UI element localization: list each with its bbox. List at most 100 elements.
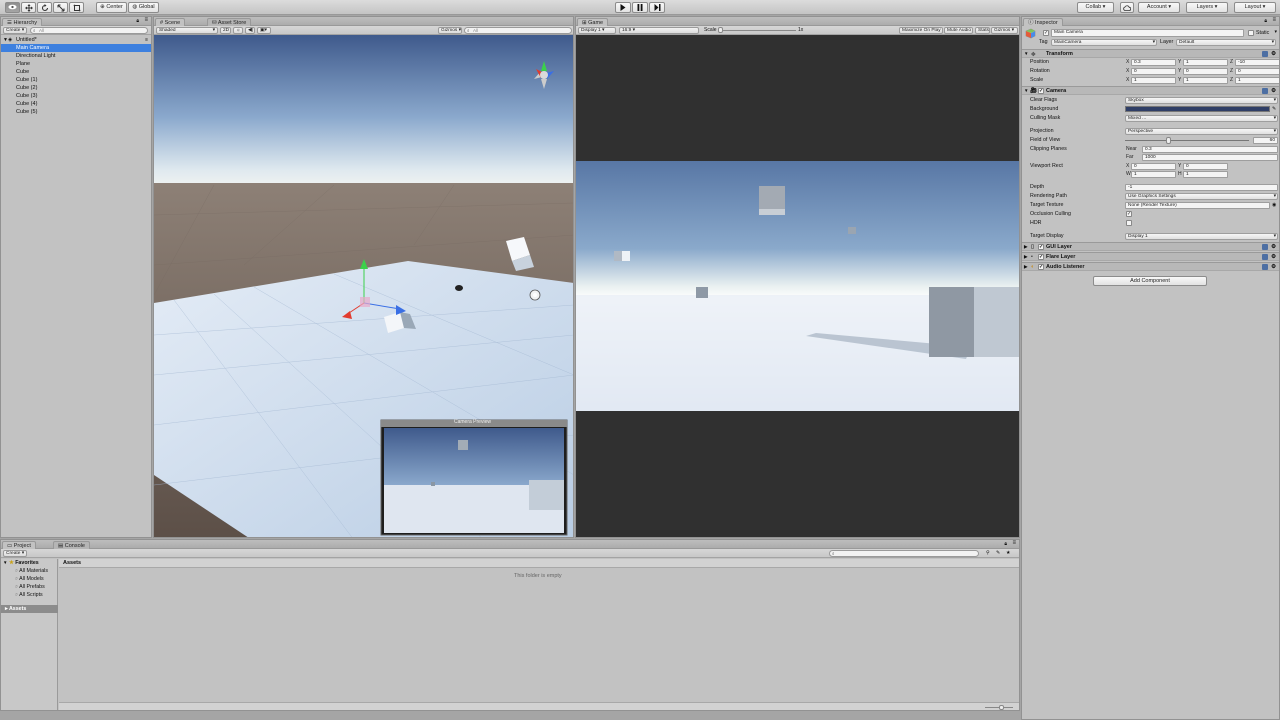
background-color-swatch[interactable] xyxy=(1125,106,1270,112)
audio-toggle[interactable]: ◀) xyxy=(245,27,255,34)
favorite-item[interactable]: ⌕ All Prefabs xyxy=(15,583,45,591)
gear-icon[interactable]: ⚙ xyxy=(1271,87,1276,95)
fov-field[interactable]: 60 xyxy=(1253,137,1278,144)
rect-tool-button[interactable] xyxy=(69,2,84,13)
help-book-icon[interactable] xyxy=(1262,88,1268,94)
add-component-button[interactable]: Add Component xyxy=(1093,276,1207,286)
scene-menu-icon[interactable]: ≡ xyxy=(145,36,148,44)
step-button[interactable] xyxy=(649,2,665,13)
aspect-dropdown[interactable]: 16:9 ▾ xyxy=(619,27,699,34)
eyedropper-icon[interactable]: ✎ xyxy=(1272,105,1276,114)
viewport-w-field[interactable]: 1 xyxy=(1131,171,1176,178)
star-icon[interactable]: ★ xyxy=(1006,550,1010,556)
tab-game[interactable]: ⊞ Game xyxy=(577,18,609,26)
component-header[interactable]: ▶ ▪ ✓ Flare Layer ⚙ xyxy=(1022,252,1279,261)
hierarchy-create-button[interactable]: Create ▾ xyxy=(3,27,27,34)
camera-enabled-checkbox[interactable]: ✓ xyxy=(1038,88,1044,94)
hierarchy-item[interactable]: Cube (3) xyxy=(1,92,151,100)
favorite-item[interactable]: ⌕ All Scripts xyxy=(15,591,43,599)
hierarchy-item[interactable]: Plane xyxy=(1,60,151,68)
favorite-item[interactable]: ⌕ All Models xyxy=(15,575,44,583)
viewport-y-field[interactable]: 0 xyxy=(1183,163,1228,170)
chevron-down-icon[interactable]: ▾ xyxy=(1274,29,1277,35)
favorite-item[interactable]: ⌕ All Materials xyxy=(15,567,48,575)
near-field[interactable]: 0.3 xyxy=(1142,146,1278,153)
component-enabled-checkbox[interactable]: ✓ xyxy=(1038,244,1044,250)
panel-menu-icon[interactable]: ≡ xyxy=(1012,540,1016,546)
project-create-button[interactable]: Create ▾ xyxy=(3,550,27,557)
fov-slider[interactable] xyxy=(1125,140,1249,141)
project-search-input[interactable]: ⌕ xyxy=(829,550,979,557)
mute-audio-toggle[interactable]: Mute Audio xyxy=(944,27,973,34)
lock-icon[interactable]: 🔒︎ xyxy=(136,18,139,24)
lock-icon[interactable]: 🔒︎ xyxy=(1264,18,1267,24)
collab-dropdown[interactable]: Collab ▾ xyxy=(1077,2,1114,13)
scene-root-row[interactable]: ▼ ◈ Untitled* ≡ xyxy=(1,36,151,44)
panel-menu-icon[interactable]: ≡ xyxy=(1272,17,1276,23)
object-name-field[interactable]: Main Camera xyxy=(1051,29,1244,37)
assets-folder-row[interactable]: ▸ Assets xyxy=(1,605,58,613)
game-viewport[interactable] xyxy=(576,161,1020,411)
tab-inspector[interactable]: ⓘ Inspector xyxy=(1023,18,1063,26)
help-book-icon[interactable] xyxy=(1262,254,1268,260)
hierarchy-item[interactable]: Main Camera xyxy=(1,44,151,52)
viewport-h-field[interactable]: 1 xyxy=(1183,171,1228,178)
space-global-toggle[interactable]: ◍ Global xyxy=(128,2,159,13)
scene-search-input[interactable]: ⌕ All xyxy=(464,27,572,34)
far-field[interactable]: 1000 xyxy=(1142,154,1278,161)
scale-x-field[interactable]: 1 xyxy=(1131,77,1176,84)
gear-icon[interactable]: ⚙ xyxy=(1271,243,1276,251)
gear-icon[interactable]: ⚙ xyxy=(1271,263,1276,271)
help-book-icon[interactable] xyxy=(1262,51,1268,57)
rotation-x-field[interactable]: 0 xyxy=(1131,68,1176,75)
component-header[interactable]: ▶ ◐ ✓ Audio Listener ⚙ xyxy=(1022,262,1279,271)
hierarchy-item[interactable]: Cube (4) xyxy=(1,100,151,108)
component-header[interactable]: ▶ ▯ ✓ GUI Layer ⚙ xyxy=(1022,242,1279,251)
culling-mask-dropdown[interactable]: Mixed ... ▾ xyxy=(1125,115,1278,122)
object-picker-icon[interactable]: ◉ xyxy=(1272,201,1276,210)
position-z-field[interactable]: -10 xyxy=(1235,59,1279,66)
shading-mode-dropdown[interactable]: Shaded ▾ xyxy=(156,27,218,34)
fov-slider-handle[interactable] xyxy=(1165,137,1171,144)
cloud-button[interactable] xyxy=(1120,2,1134,13)
pivot-center-toggle[interactable]: ⊕ Center xyxy=(96,2,127,13)
light-gizmo-icon[interactable] xyxy=(529,289,541,301)
gear-icon[interactable]: ⚙ xyxy=(1271,253,1276,261)
scene-viewport[interactable] xyxy=(154,35,574,538)
gear-icon[interactable]: ⚙ xyxy=(1271,50,1276,58)
hierarchy-item[interactable]: Directional Light xyxy=(1,52,151,60)
tab-asset-store[interactable]: ⛁ Asset Store xyxy=(207,18,252,26)
scale-z-field[interactable]: 1 xyxy=(1235,77,1279,84)
favorites-row[interactable]: ▼ ★ Favorites xyxy=(3,559,39,567)
component-enabled-checkbox[interactable]: ✓ xyxy=(1038,264,1044,270)
clear-flags-dropdown[interactable]: Skybox ▾ xyxy=(1125,97,1278,104)
tab-scene[interactable]: # Scene xyxy=(155,18,186,26)
target-display-dropdown[interactable]: Display 1 ▾ xyxy=(1125,233,1278,240)
occlusion-checkbox[interactable]: ✓ xyxy=(1126,211,1132,217)
2d-toggle[interactable]: 2D xyxy=(220,27,231,34)
rotation-z-field[interactable]: 0 xyxy=(1235,68,1279,75)
transform-header[interactable]: ▼ ✥ Transform ⚙ xyxy=(1022,49,1279,58)
layout-dropdown[interactable]: Layout ▾ xyxy=(1234,2,1276,13)
hierarchy-search-input[interactable]: ⌕ All xyxy=(30,27,148,34)
hdr-checkbox[interactable] xyxy=(1126,220,1132,226)
breadcrumb-assets[interactable]: Assets xyxy=(63,559,81,568)
help-book-icon[interactable] xyxy=(1262,244,1268,250)
lighting-toggle[interactable]: ☼ xyxy=(233,27,243,34)
camera-component-header[interactable]: ▼ 🎥︎ ✓ Camera ⚙ xyxy=(1022,86,1279,95)
active-checkbox[interactable]: ✓ xyxy=(1043,30,1049,36)
pause-button[interactable] xyxy=(632,2,648,13)
stats-toggle[interactable]: Stats xyxy=(975,27,990,34)
account-dropdown[interactable]: Account ▾ xyxy=(1138,2,1180,13)
layers-dropdown[interactable]: Layers ▾ xyxy=(1186,2,1228,13)
lock-icon[interactable]: 🔒︎ xyxy=(1004,541,1007,547)
scale-slider[interactable] xyxy=(718,30,796,31)
depth-field[interactable]: -1 xyxy=(1125,184,1278,191)
position-y-field[interactable]: 1 xyxy=(1183,59,1228,66)
filter-label-icon[interactable]: ✎ xyxy=(996,550,1000,556)
tab-project[interactable]: ▭ Project xyxy=(2,541,36,549)
help-book-icon[interactable] xyxy=(1262,264,1268,270)
play-button[interactable] xyxy=(615,2,631,13)
scale-tool-button[interactable] xyxy=(53,2,68,13)
layer-dropdown[interactable]: Default ▾ xyxy=(1176,39,1276,46)
